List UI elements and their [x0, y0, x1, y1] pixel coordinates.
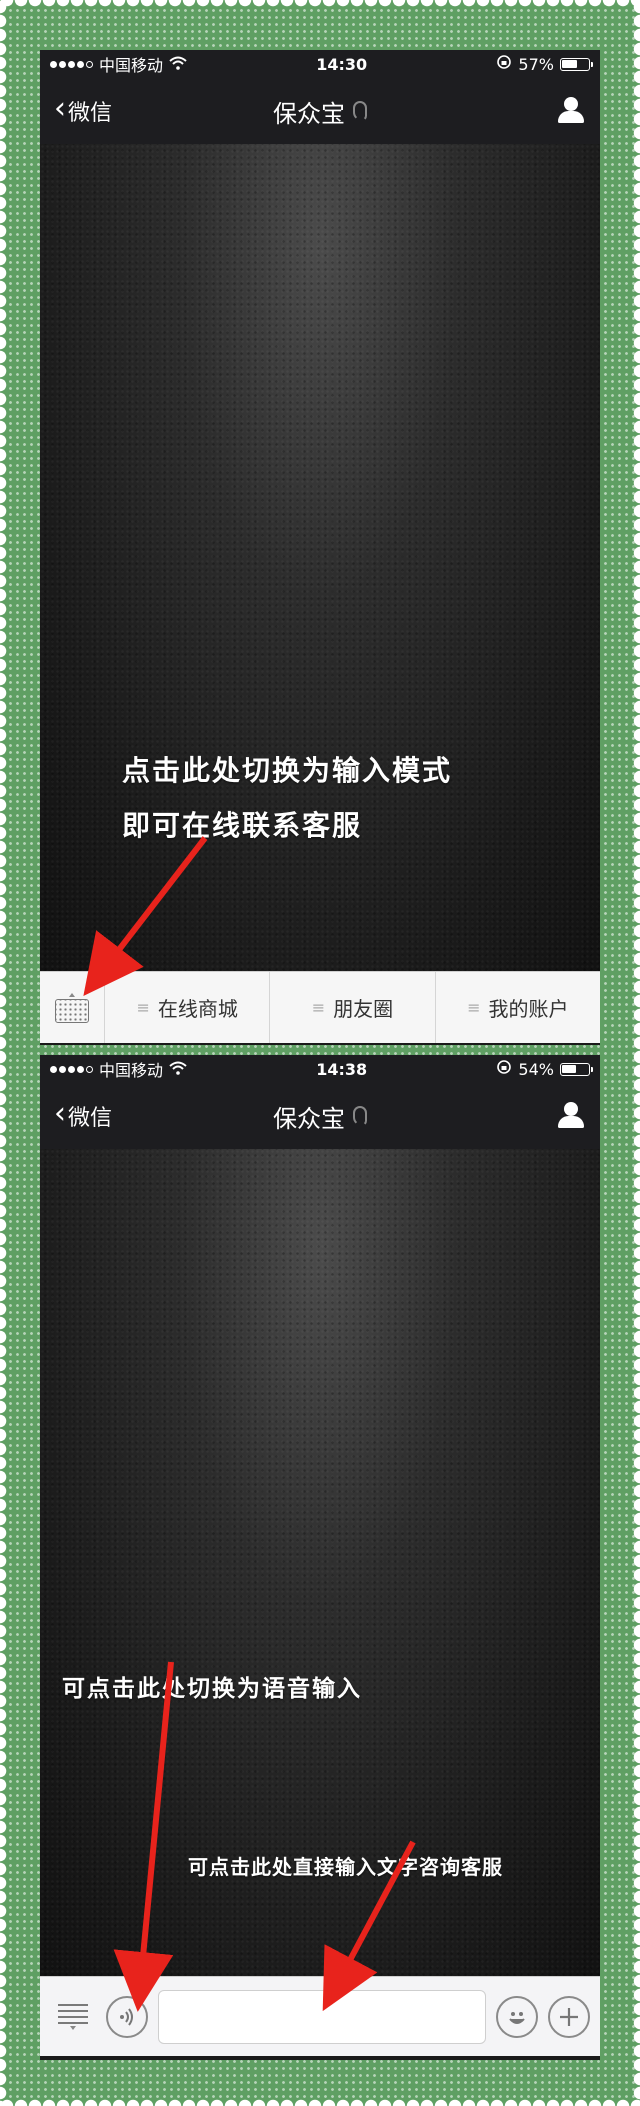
chevron-left-icon: ‹ — [54, 91, 66, 126]
chat-background: 点击此处切换为输入模式 即可在线联系客服 — [40, 144, 600, 971]
caret-down-icon — [70, 2025, 76, 2030]
hamburger-icon: ≡ — [311, 998, 326, 1017]
hint-line-2: 即可在线联系客服 — [122, 809, 363, 842]
voice-button[interactable] — [106, 1995, 148, 2038]
signal-dots-icon — [50, 1065, 93, 1073]
battery-percent: 54% — [518, 1059, 554, 1079]
voice-icon — [120, 2007, 133, 2026]
back-button[interactable]: ‹ 微信 — [54, 91, 113, 127]
menu-item-label: 朋友圈 — [333, 997, 394, 1021]
chat-background: 可点击此处切换为语音输入 可点击此处直接输入文字咨询客服 — [40, 1149, 600, 1976]
frame-edge-right — [626, 0, 640, 2106]
signal-dots-icon — [50, 60, 93, 68]
back-label: 微信 — [68, 1106, 113, 1131]
person-icon[interactable] — [556, 97, 586, 125]
list-icon — [58, 2003, 88, 2024]
rotation-lock-icon — [496, 1059, 512, 1079]
frame-edge-top — [0, 0, 640, 14]
nav-bar: ‹ 微信 保众宝 — [40, 1083, 600, 1149]
carrier-label: 中国移动 — [99, 56, 164, 75]
nav-bar: ‹ 微信 保众宝 — [40, 78, 600, 144]
battery-icon — [559, 1062, 593, 1076]
person-icon[interactable] — [556, 1102, 586, 1130]
keyboard-toggle-button[interactable] — [40, 972, 105, 1043]
status-bar: 中国移动 14:30 57% — [40, 50, 600, 78]
menu-item-account[interactable]: ≡ 我的账户 — [436, 972, 600, 1043]
message-input[interactable] — [158, 1989, 486, 2044]
frame-edge-bottom — [0, 2092, 640, 2106]
menu-item-label: 我的账户 — [488, 997, 569, 1021]
frame-edge-left — [0, 0, 14, 2106]
status-time: 14:30 — [316, 54, 368, 74]
back-label: 微信 — [68, 101, 113, 126]
menu-toggle-button[interactable] — [50, 2003, 96, 2030]
battery-icon — [559, 57, 593, 71]
hamburger-icon: ≡ — [136, 998, 150, 1017]
rotation-lock-icon — [496, 54, 512, 74]
screenshot-2: 中国移动 14:38 54% ‹ 微信 保众宝 可点击此处切换为语音输入 可点击… — [40, 1055, 600, 2060]
screenshot-1: 中国移动 14:30 57% ‹ 微信 保众宝 点击此处切换为输入模式 即可在线… — [40, 50, 600, 1045]
menu-bar: ≡ 在线商城 ≡ 朋友圈 ≡ 我的账户 — [40, 971, 600, 1043]
title-text: 保众宝 — [273, 99, 345, 128]
input-bar — [40, 1976, 600, 2056]
voice-hint: 可点击此处切换为语音输入 — [62, 1676, 362, 1702]
emoji-button[interactable] — [496, 1995, 538, 2038]
battery-percent: 57% — [518, 54, 554, 74]
wifi-icon — [169, 55, 187, 74]
page-title: 保众宝 — [273, 94, 367, 129]
carrier-label: 中国移动 — [99, 1061, 164, 1080]
wifi-icon — [169, 1060, 187, 1079]
menu-item-moments[interactable]: ≡ 朋友圈 — [270, 972, 436, 1043]
keyboard-icon — [55, 998, 89, 1023]
ear-icon — [353, 1106, 367, 1126]
title-text: 保众宝 — [273, 1104, 345, 1133]
plus-icon — [560, 2007, 578, 2026]
page-title: 保众宝 — [273, 1099, 367, 1134]
emoji-icon — [509, 2011, 525, 2024]
menu-item-label: 在线商城 — [157, 997, 238, 1021]
status-bar: 中国移动 14:38 54% — [40, 1055, 600, 1083]
caret-up-icon — [69, 992, 75, 997]
ear-icon — [353, 101, 367, 121]
hint-line-1: 点击此处切换为输入模式 — [122, 754, 453, 787]
hamburger-icon: ≡ — [467, 998, 481, 1017]
menu-item-shop[interactable]: ≡ 在线商城 — [105, 972, 271, 1043]
status-time: 14:38 — [316, 1059, 368, 1079]
text-input-hint: 可点击此处直接输入文字咨询客服 — [188, 1855, 503, 1879]
chevron-left-icon: ‹ — [54, 1096, 66, 1131]
back-button[interactable]: ‹ 微信 — [54, 1096, 113, 1132]
plus-button[interactable] — [548, 1995, 590, 2038]
